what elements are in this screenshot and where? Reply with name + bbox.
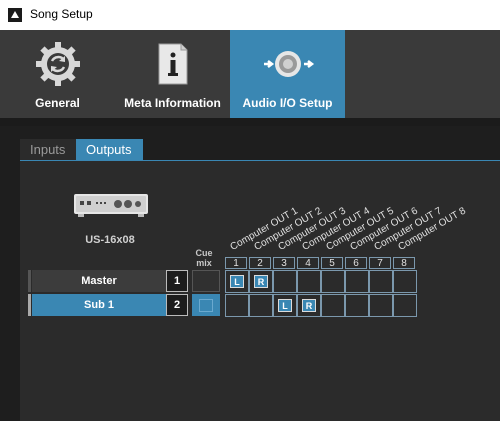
matrix-cell-sub-1-3[interactable]: L <box>273 294 297 317</box>
toolbar-meta-information-button[interactable]: Meta Information <box>115 30 230 118</box>
row-number-sub-1: 2 <box>166 294 188 316</box>
speaker-io-icon <box>260 40 316 88</box>
column-number-6: 6 <box>345 257 367 269</box>
toolbar-audio-io-setup-button[interactable]: Audio I/O Setup <box>230 30 345 118</box>
window-title: Song Setup <box>30 7 93 21</box>
matrix-cell-master-4[interactable] <box>297 270 321 293</box>
assign-right-badge: R <box>302 299 316 312</box>
toolbar-meta-information-label: Meta Information <box>124 96 221 110</box>
matrix-cell-master-5[interactable] <box>321 270 345 293</box>
column-number-7: 7 <box>369 257 391 269</box>
matrix-cell-master-1[interactable]: L <box>225 270 249 293</box>
cue-mix-header: Cue mix <box>190 248 218 268</box>
column-number-8: 8 <box>393 257 415 269</box>
title-bar: Song Setup <box>0 0 500 30</box>
row-name-master[interactable]: Master <box>32 270 166 292</box>
app-icon <box>8 8 22 22</box>
assign-left-badge: L <box>278 299 292 312</box>
matrix-cell-sub-1-6[interactable] <box>345 294 369 317</box>
cue-mix-checkbox[interactable] <box>199 299 213 312</box>
cue-mix-cell-sub-1[interactable] <box>192 294 220 316</box>
matrix-cell-sub-1-5[interactable] <box>321 294 345 317</box>
row-name-sub-1[interactable]: Sub 1 <box>32 294 166 316</box>
assign-right-badge: R <box>254 275 268 288</box>
tab-outputs[interactable]: Outputs <box>76 139 143 161</box>
matrix-cell-sub-1-8[interactable] <box>393 294 417 317</box>
tab-inputs[interactable]: Inputs <box>20 139 76 161</box>
toolbar-general-label: General <box>35 96 80 110</box>
column-number-5: 5 <box>321 257 343 269</box>
row-number-master: 1 <box>166 270 188 292</box>
cue-mix-label-line1: Cue <box>195 248 213 258</box>
assign-left-badge: L <box>230 275 244 288</box>
column-number-2: 2 <box>249 257 271 269</box>
matrix-cell-sub-1-2[interactable] <box>249 294 273 317</box>
toolbar-general-button[interactable]: General <box>0 30 115 118</box>
matrix-cell-master-2[interactable]: R <box>249 270 273 293</box>
column-number-3: 3 <box>273 257 295 269</box>
device-name: US-16x08 <box>85 234 135 246</box>
document-info-icon <box>155 40 191 88</box>
row-handle-master[interactable] <box>28 270 31 292</box>
matrix-cell-master-8[interactable] <box>393 270 417 293</box>
audio-interface-icon <box>74 194 148 217</box>
matrix-cell-sub-1-4[interactable]: R <box>297 294 321 317</box>
cue-mix-label-line2: mix <box>196 258 212 268</box>
toolbar-divider <box>0 118 500 126</box>
row-handle-sub-1[interactable] <box>28 294 31 316</box>
setup-toolbar: General Meta Information Audio I/O Setup <box>0 30 500 118</box>
column-number-1: 1 <box>225 257 247 269</box>
toolbar-audio-io-setup-label: Audio I/O Setup <box>242 96 333 110</box>
matrix-cell-sub-1-1[interactable] <box>225 294 249 317</box>
matrix-cell-master-6[interactable] <box>345 270 369 293</box>
matrix-cell-master-3[interactable] <box>273 270 297 293</box>
column-number-4: 4 <box>297 257 319 269</box>
cue-mix-cell-master[interactable] <box>192 270 220 292</box>
gear-refresh-icon <box>33 40 83 88</box>
matrix-cell-sub-1-7[interactable] <box>369 294 393 317</box>
matrix-cell-master-7[interactable] <box>369 270 393 293</box>
